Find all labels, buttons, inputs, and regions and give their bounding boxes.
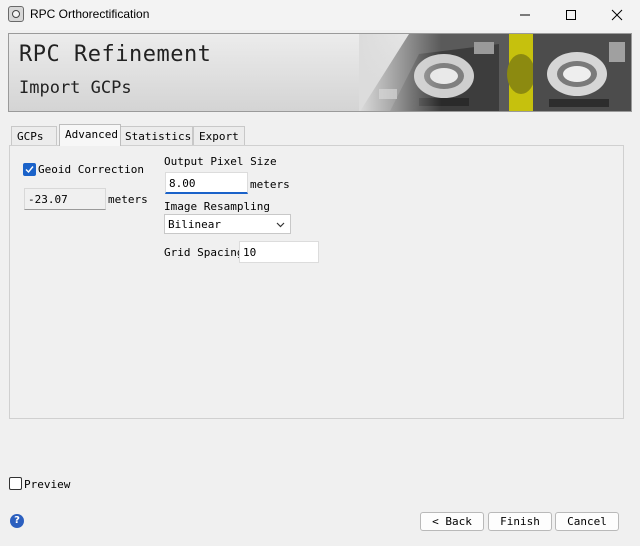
back-button[interactable]: < Back — [420, 512, 484, 531]
image-resampling-value: Bilinear — [168, 218, 221, 231]
grid-spacing-input[interactable]: 10 — [239, 241, 319, 263]
preview-label: Preview — [24, 478, 71, 491]
banner-subtitle: Import GCPs — [19, 78, 132, 98]
wizard-banner: RPC Refinement Import GCPs — [8, 33, 632, 112]
satellite-imagery-graphic — [359, 34, 631, 111]
finish-button[interactable]: Finish — [488, 512, 552, 531]
image-resampling-select[interactable]: Bilinear — [164, 214, 291, 234]
output-pixel-size-label: Output Pixel Size — [164, 155, 277, 168]
chevron-down-icon — [276, 222, 285, 228]
tab-advanced[interactable]: Advanced — [59, 124, 121, 146]
minimize-button[interactable] — [502, 0, 548, 30]
grid-spacing-label: Grid Spacing — [164, 246, 244, 259]
maximize-icon — [566, 10, 576, 20]
geoid-correction-label: Geoid Correction — [38, 163, 144, 176]
image-resampling-label: Image Resampling — [164, 200, 270, 213]
minimize-icon — [520, 14, 530, 16]
maximize-button[interactable] — [548, 0, 594, 30]
cancel-button[interactable]: Cancel — [555, 512, 619, 531]
help-icon[interactable]: ? — [10, 514, 24, 528]
check-icon — [25, 166, 34, 174]
geoid-value-field: -23.07 — [24, 188, 106, 210]
geoid-correction-checkbox[interactable] — [23, 163, 36, 176]
title-bar: RPC Orthorectification — [0, 0, 640, 30]
advanced-panel — [9, 145, 624, 419]
close-button[interactable] — [594, 0, 640, 30]
close-icon — [611, 9, 623, 21]
app-icon — [8, 6, 24, 22]
tab-gcps[interactable]: GCPs — [11, 126, 57, 145]
preview-checkbox[interactable] — [9, 477, 22, 490]
output-pixel-size-input[interactable]: 8.00 — [165, 172, 248, 194]
tab-statistics[interactable]: Statistics — [119, 126, 193, 145]
output-pixel-size-unit: meters — [250, 178, 290, 191]
banner-title: RPC Refinement — [19, 42, 212, 67]
window-title: RPC Orthorectification — [30, 7, 150, 21]
geoid-unit-label: meters — [108, 193, 148, 206]
tab-export[interactable]: Export — [193, 126, 245, 145]
